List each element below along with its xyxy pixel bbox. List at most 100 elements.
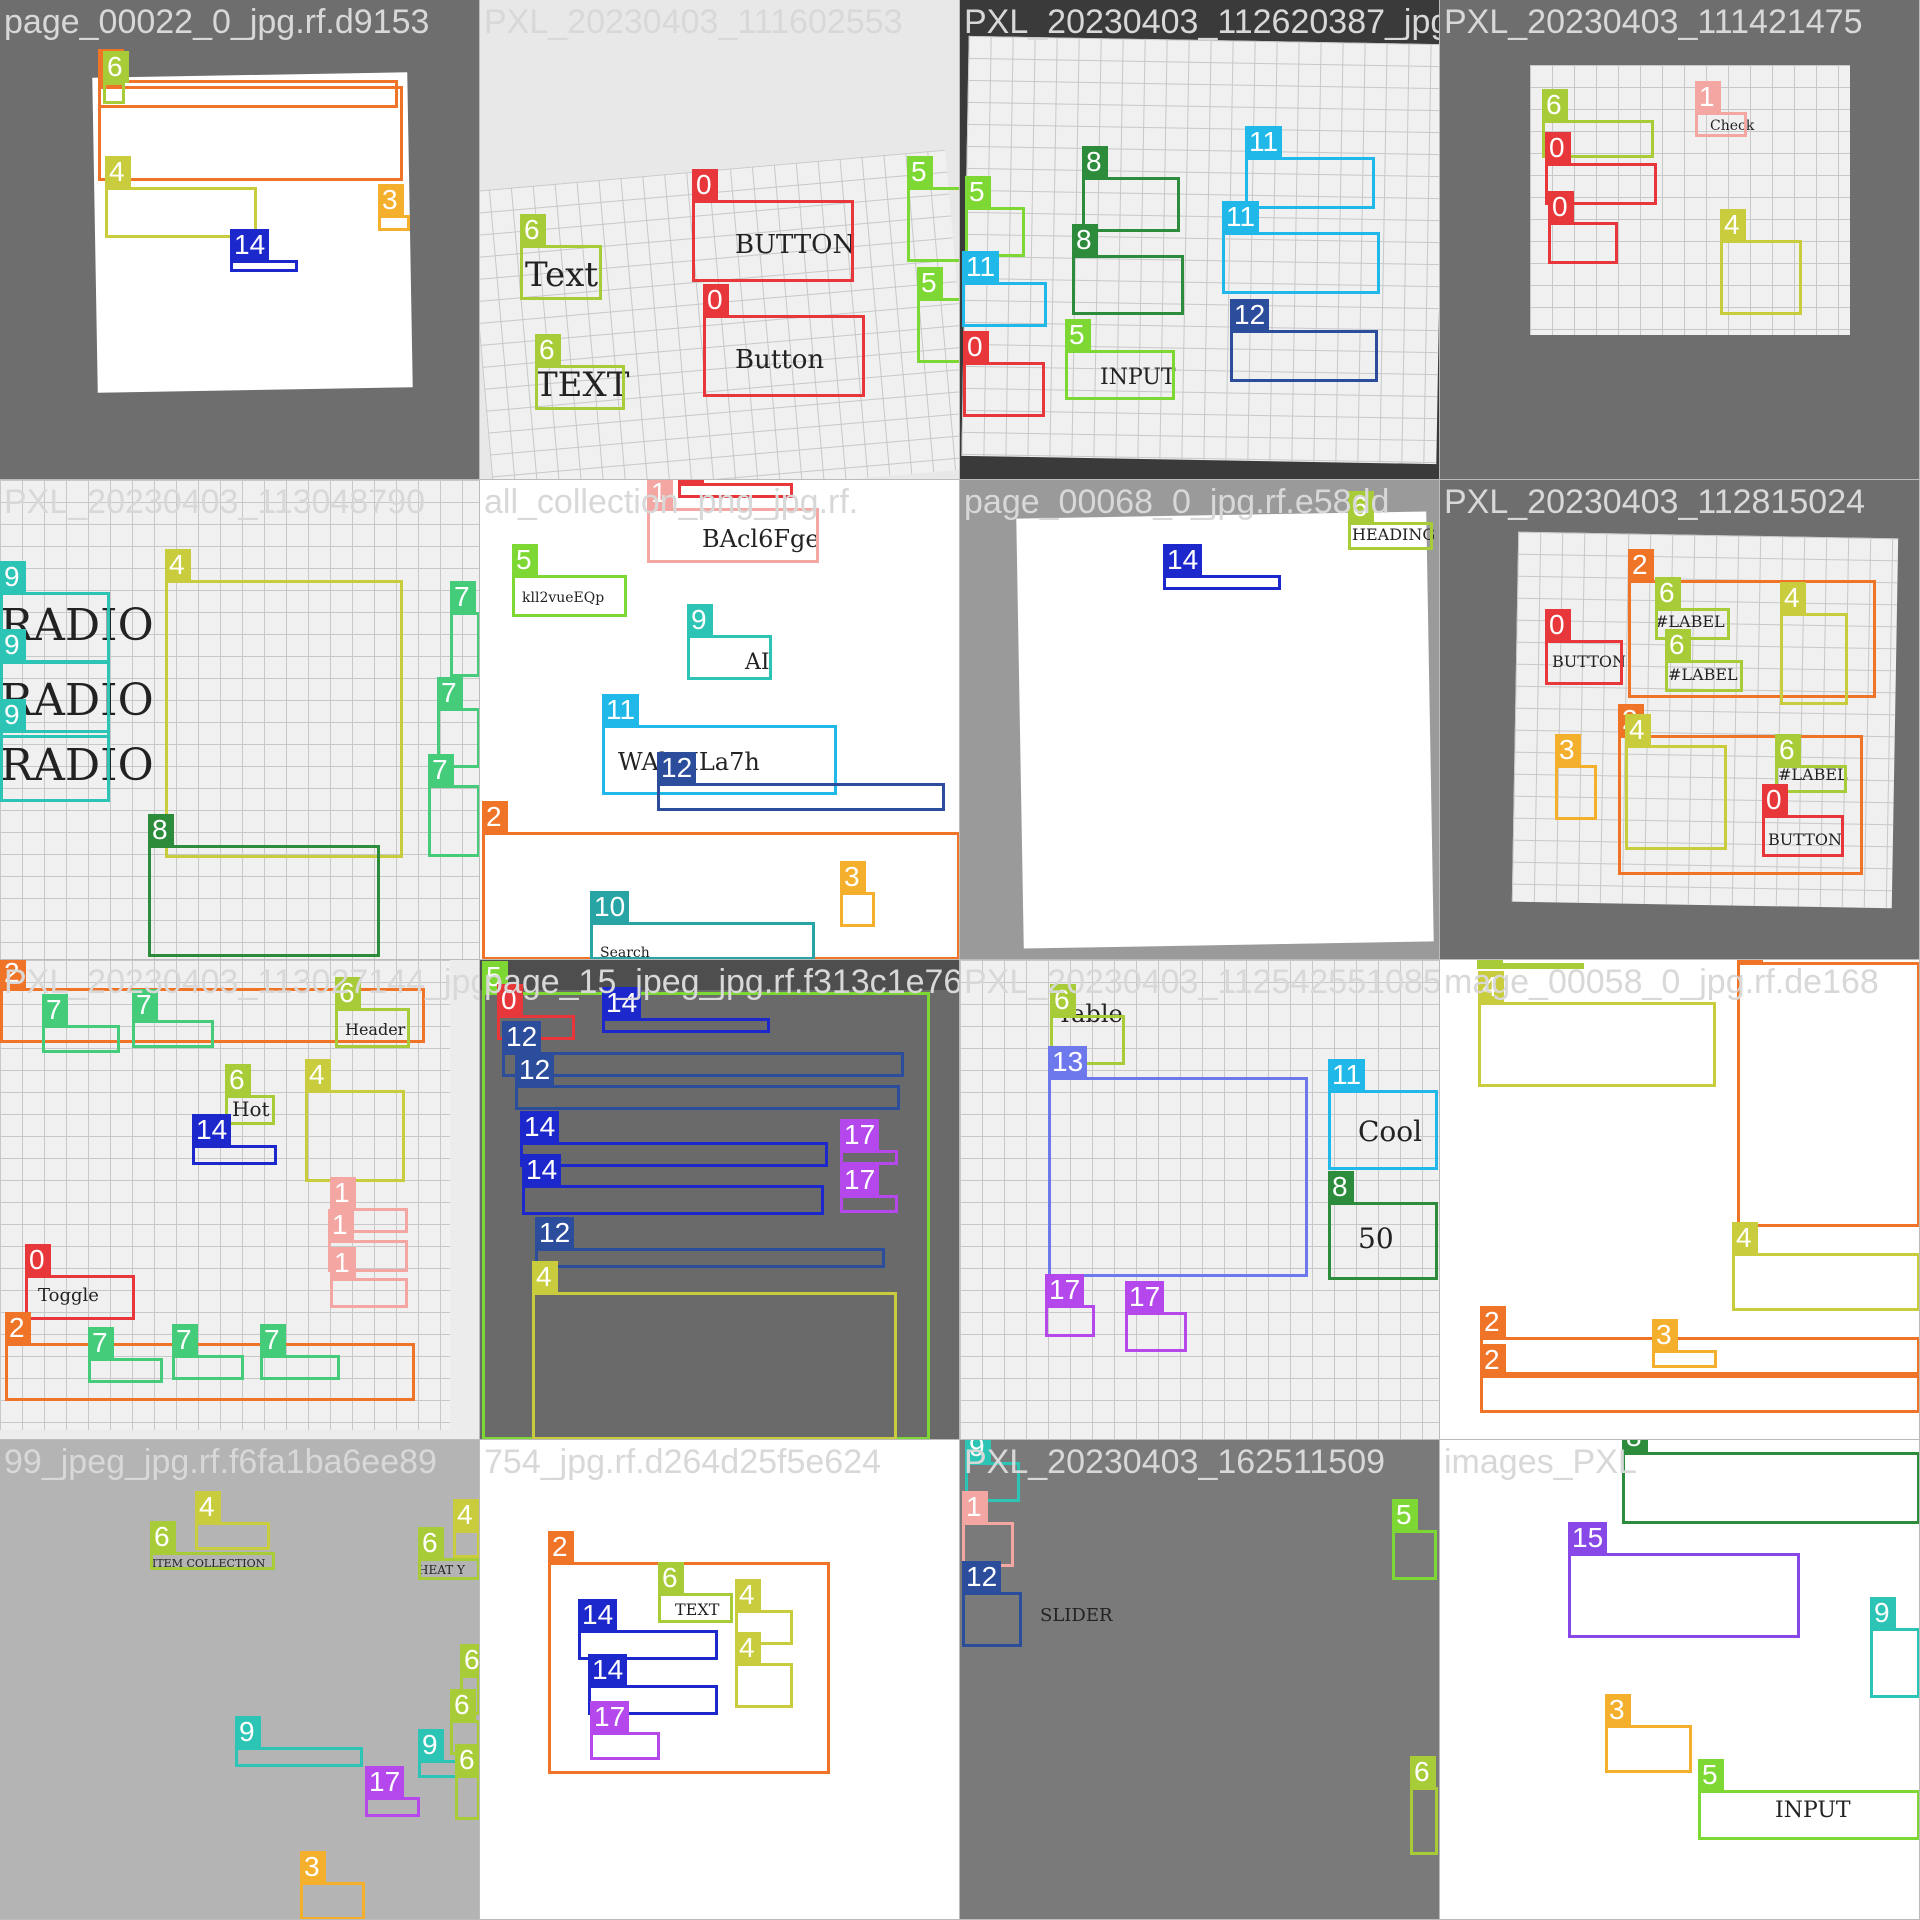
class-label: 6: [150, 1521, 176, 1553]
image-tile: RADIO RADIO RADIO PXL_20230403_113048790 9 9 9…: [0, 480, 480, 960]
detection-box: 7: [450, 581, 479, 677]
detection-box: 5: [907, 156, 959, 262]
detection-box: 7: [132, 989, 214, 1048]
image-tile: mage_00058_0_jpg.rf.de1686424232: [1440, 960, 1920, 1440]
class-label: 11: [1245, 126, 1283, 158]
image-tile: ITEM COLLECTION HEAT Y 99_jpeg_jpg.rf.f6fa…: [0, 1440, 480, 1920]
class-label: 13: [1048, 1046, 1088, 1078]
detection-box: 3: [1605, 1694, 1692, 1773]
detection-box: 4: [735, 1632, 793, 1708]
detection-box: 6: [520, 214, 602, 300]
class-label: 14: [192, 1114, 232, 1146]
class-label: 6: [658, 1562, 684, 1594]
class-label: 5: [917, 267, 943, 299]
class-label: 12: [657, 752, 697, 784]
detection-box: 4: [1780, 582, 1848, 705]
class-label: 2: [5, 1312, 31, 1344]
detection-box: 14: [520, 1111, 828, 1167]
detection-box: 4: [453, 1499, 479, 1558]
detection-box: 6: [455, 1744, 479, 1820]
class-label: 11: [1328, 1059, 1366, 1091]
class-label: 4: [305, 1059, 331, 1091]
detection-box: 6: [1665, 629, 1743, 692]
detection-box: 5: [1065, 319, 1175, 400]
class-label: 5: [512, 544, 538, 576]
class-label: 3: [1605, 1694, 1631, 1726]
class-label: 4: [735, 1579, 761, 1611]
detection-box: 8: [1622, 1440, 1919, 1524]
detection-box: 17: [590, 1701, 660, 1760]
class-label: 4: [453, 1499, 479, 1531]
image-tile: TEXT 754_jpg.rf.d264d25f5e624 2 6 4 14 4 14 17: [480, 1440, 960, 1920]
detection-box: 7: [260, 1324, 340, 1380]
class-label: 6: [225, 1064, 251, 1096]
class-label: 6: [1655, 577, 1681, 609]
detection-box: 4: [1625, 714, 1727, 850]
sketch-text: SLIDER: [1040, 1605, 1113, 1626]
class-label: 5: [1392, 1499, 1418, 1531]
class-label: 6: [535, 334, 561, 366]
detection-box: 4: [1720, 209, 1802, 315]
class-label: 7: [172, 1324, 198, 1356]
class-label: 9: [0, 629, 26, 661]
class-label: 3: [840, 861, 866, 893]
detection-box: 10: [590, 891, 815, 959]
image-tile: page_15_jpeg_jpg.rf.f313c1e76e74f447b6ce…: [480, 960, 960, 1440]
class-label: 14: [230, 229, 270, 261]
tile-filename: PXL_20230403_112815024: [1444, 483, 1866, 521]
class-label: 6: [460, 1644, 479, 1676]
class-label: 5: [1065, 319, 1091, 351]
class-label: 1: [328, 1209, 354, 1241]
class-label: 0: [1545, 609, 1571, 641]
class-label: 1: [962, 1491, 988, 1523]
detection-box: 1: [330, 1247, 408, 1308]
detection-box: 4: [305, 1059, 405, 1182]
detection-box: 5: [965, 176, 1025, 257]
detection-box: 14: [522, 1154, 824, 1215]
class-label: 17: [1125, 1281, 1165, 1313]
class-label: 14: [1163, 544, 1203, 576]
tile-filename: images_PXL: [1444, 1443, 1637, 1481]
detection-box: 5: [1392, 1499, 1437, 1580]
class-label: 2: [482, 801, 508, 833]
class-label: 0: [25, 1244, 51, 1276]
class-label: 9: [687, 604, 713, 636]
detection-box: 0: [1762, 784, 1844, 857]
class-label: 14: [522, 1154, 562, 1186]
detection-box: 4: [195, 1491, 270, 1550]
detection-box: 1: [1695, 81, 1747, 137]
tile-filename: 754_jpg.rf.d264d25f5e624: [484, 1443, 882, 1481]
class-label: 4: [105, 156, 131, 188]
detection-box: 5: [1698, 1759, 1919, 1840]
detection-box: 6: [150, 1521, 275, 1570]
detection-box: 12: [657, 752, 945, 811]
class-label: 11: [962, 251, 1000, 283]
sketch-paper: [0, 1440, 479, 1919]
detection-box: 17: [1125, 1281, 1187, 1352]
class-label: 2: [548, 1531, 574, 1563]
class-label: 0: [1545, 132, 1571, 164]
class-label: 8: [148, 814, 174, 846]
class-label: 14: [578, 1599, 618, 1631]
tile-filename: PXL_20230403_111602553: [484, 3, 903, 41]
detection-box: 11: [1245, 126, 1375, 209]
detection-box: 0: [963, 331, 1045, 417]
tile-filename: PXL_20230403_111421475: [1444, 3, 1863, 41]
tile-filename: PXL_20230403_113048790: [4, 483, 426, 521]
class-label: 4: [195, 1491, 221, 1523]
detection-box: 14: [602, 987, 770, 1033]
class-label: 0: [703, 284, 729, 316]
class-label: 4: [165, 549, 191, 581]
tile-filename: mage_00058_0_jpg.rf.de168: [1444, 963, 1879, 1001]
image-tile: INPUT PXL_20230403_112620387_jpg.rf. 8 8 5 11…: [960, 0, 1440, 480]
class-label: 2: [1628, 549, 1654, 581]
detection-box: 12: [962, 1561, 1022, 1647]
detection-box: 6: [658, 1562, 733, 1623]
class-label: 14: [588, 1654, 628, 1686]
detection-box: 7: [42, 994, 120, 1053]
class-label: 0: [1762, 784, 1788, 816]
class-label: 12: [502, 1021, 542, 1053]
tile-filename: PXL_20230403_113027144_jpg.rf.: [4, 963, 480, 1001]
class-label: 1: [330, 1247, 356, 1279]
detection-box: 8: [148, 814, 380, 957]
